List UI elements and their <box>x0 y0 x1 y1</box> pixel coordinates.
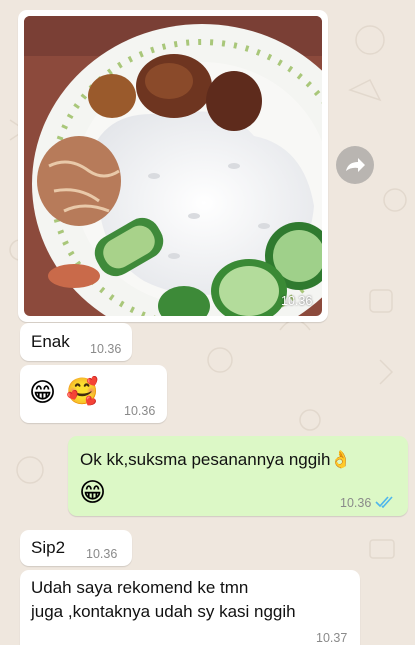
incoming-message-sip2[interactable]: Sip2 10.36 <box>20 530 132 566</box>
message-time: 10.36 <box>124 404 156 418</box>
double-check-icon <box>375 496 393 508</box>
smiling-hearts-emoji: 🥰 <box>66 377 99 407</box>
message-text: Ok kk,suksma pesanannya nggih👌 <box>80 450 352 469</box>
image-message-bubble[interactable]: 10.36 <box>18 10 328 322</box>
food-photo[interactable] <box>24 16 322 316</box>
incoming-emoji-message[interactable]: 😁 🥰 10.36 <box>20 365 167 423</box>
message-text-line-2: juga ,kontaknya udah sy kasi nggih <box>31 602 296 621</box>
image-message-time: 10.36 <box>281 294 313 308</box>
incoming-message-recommend[interactable]: Udah saya rekomend ke tmn juga ,kontakny… <box>20 570 360 645</box>
message-text: Enak <box>31 332 70 351</box>
message-text: Sip2 <box>31 538 66 557</box>
forward-button[interactable] <box>336 146 374 184</box>
message-time: 10.36 <box>90 342 122 356</box>
incoming-message-enak[interactable]: Enak 10.36 <box>20 323 132 361</box>
message-time: 10.36 <box>86 547 118 561</box>
grinning-emoji: 😁 <box>79 478 107 508</box>
message-time: 10.36 <box>340 496 372 510</box>
outgoing-message[interactable]: Ok kk,suksma pesanannya nggih👌 😁 10.36 <box>68 436 408 516</box>
message-text-line-1: Udah saya rekomend ke tmn <box>31 578 249 597</box>
message-time: 10.37 <box>316 631 348 645</box>
forward-icon <box>346 158 365 172</box>
grinning-emoji: 😁 <box>29 378 57 408</box>
